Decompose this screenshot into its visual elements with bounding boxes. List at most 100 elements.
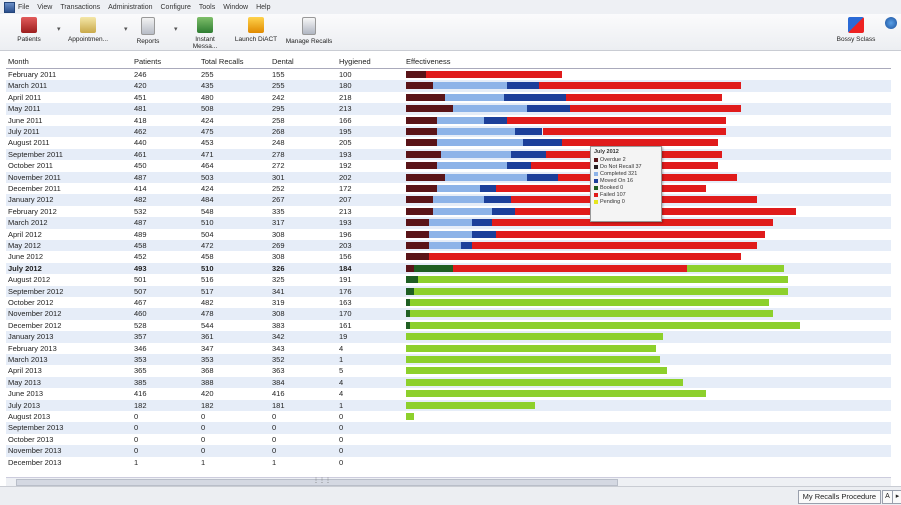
column-header-total-recalls[interactable]: Total Recalls: [201, 56, 244, 67]
table-row[interactable]: April 2013 365 368 363 5: [6, 365, 891, 376]
cell-hygiene: 180: [339, 81, 352, 91]
cell-total-recalls: 0: [201, 434, 206, 444]
appointments-button[interactable]: ▾ Appointmen...: [57, 17, 110, 43]
table-row[interactable]: June 2011 418 424 258 166: [6, 115, 891, 126]
table-row[interactable]: February 2012 532 548 335 213: [6, 206, 891, 217]
bar-segment-green: [409, 310, 773, 318]
bar-segment-red: [507, 116, 726, 124]
bar-segment-green: [409, 299, 769, 306]
cell-dental: 255: [272, 81, 285, 91]
bar-segment-maroon: [406, 196, 434, 204]
app-icon: [4, 1, 15, 13]
table-row[interactable]: December 2011 414 424 252 172: [6, 183, 891, 194]
table-row[interactable]: November 2013 0 0 0 0: [6, 445, 891, 457]
table-row[interactable]: February 2013 346 347 343 4: [6, 343, 891, 354]
bar-segment-red: [452, 264, 687, 272]
table-row[interactable]: November 2012 460 478 308 170: [6, 308, 891, 320]
menu-view[interactable]: View: [37, 4, 52, 11]
status-more-icon[interactable]: ▸: [892, 490, 901, 504]
bar-segment-maroon: [406, 253, 430, 261]
table-row[interactable]: February 2011 246 255 155 100: [6, 69, 891, 80]
table-row[interactable]: August 2011 440 453 248 205: [6, 137, 891, 148]
table-row[interactable]: September 2012 507 517 341 176: [6, 285, 891, 297]
table-row[interactable]: April 2012 489 504 308 196: [6, 229, 891, 240]
table-row[interactable]: January 2013 357 361 342 19: [6, 331, 891, 343]
table-row[interactable]: March 2011 420 435 255 180: [6, 80, 891, 92]
manage-recalls-button[interactable]: Manage Recalls: [284, 17, 334, 45]
menu-help[interactable]: Help: [256, 4, 270, 11]
menu-administration[interactable]: Administration: [108, 4, 152, 11]
table-row[interactable]: November 2011 487 503 301 202: [6, 171, 891, 183]
appointments-label: Appointmen...: [67, 36, 109, 43]
table-row[interactable]: May 2012 458 472 269 203: [6, 240, 891, 252]
column-header-patients[interactable]: Patients: [134, 56, 161, 67]
table-row[interactable]: January 2012 482 484 267 207: [6, 194, 891, 206]
bar-segment-lightblue: [445, 93, 504, 101]
cell-hygiene: 213: [339, 206, 352, 216]
table-row[interactable]: December 2013 1 1 1 0: [6, 457, 891, 468]
table-row[interactable]: October 2012 467 482 319 163: [6, 297, 891, 308]
table-row[interactable]: August 2012 501 516 325 191: [6, 274, 891, 285]
table-row[interactable]: May 2013 385 388 384 4: [6, 376, 891, 389]
table-row[interactable]: April 2011 451 480 242 218: [6, 92, 891, 103]
cell-total-recalls: 472: [201, 241, 214, 250]
table-row[interactable]: September 2011 461 471 278 193: [6, 148, 891, 161]
tooltip-item-label: Moved On 16: [600, 177, 634, 184]
cell-total-recalls: 453: [201, 138, 214, 148]
table-row[interactable]: May 2011 481 508 295 213: [6, 103, 891, 115]
bar-segment-navy: [472, 230, 496, 238]
bar-segment-darkgreen: [406, 276, 418, 284]
cell-patients: 346: [134, 343, 147, 353]
cell-total-recalls: 510: [201, 263, 214, 273]
cell-hygiene: 4: [339, 377, 344, 387]
column-header-dental[interactable]: Dental: [272, 56, 294, 67]
cell-patients: 385: [134, 377, 147, 387]
recalls-procedure-button[interactable]: My Recalls Procedure: [797, 490, 881, 504]
table-row[interactable]: July 2013 182 182 181 1: [6, 399, 891, 411]
bar-segment-green: [406, 413, 414, 420]
table-row[interactable]: March 2012 487 510 317 193: [6, 217, 891, 229]
table-row[interactable]: June 2012 452 458 308 156: [6, 251, 891, 262]
cell-patients: 0: [134, 423, 139, 433]
cell-hygiene: 4: [339, 389, 344, 399]
globe-button[interactable]: [884, 17, 898, 32]
menu-configure[interactable]: Configure: [161, 4, 191, 11]
cell-total-recalls: 368: [201, 366, 214, 376]
right-toolbar-button[interactable]: Bossy Sclass: [836, 17, 876, 43]
cell-month: August 2011: [8, 138, 50, 148]
bar-segment-maroon: [406, 173, 445, 181]
reports-button[interactable]: ▾ Reports: [124, 17, 163, 45]
patients-button[interactable]: Patients: [14, 17, 44, 43]
table-row[interactable]: October 2013 0 0 0 0: [6, 434, 891, 445]
menu-file[interactable]: File: [18, 4, 29, 11]
column-header-hygiene[interactable]: Hygiened: [339, 56, 371, 67]
menu-tools[interactable]: Tools: [199, 4, 215, 11]
column-header-month[interactable]: Month: [8, 56, 29, 67]
reports-label: Reports: [136, 38, 160, 45]
cell-hygiene: 100: [339, 70, 352, 79]
menu-transactions[interactable]: Transactions: [60, 4, 100, 11]
horizontal-scrollbar[interactable]: ⋮⋮⋮: [6, 477, 891, 486]
table-row[interactable]: July 2011 462 475 268 195: [6, 126, 891, 138]
tooltip-item-label: Completed 321: [600, 170, 638, 177]
cell-hygiene: 184: [339, 263, 352, 273]
table-row[interactable]: December 2012 528 544 383 161: [6, 320, 891, 331]
cell-month: February 2011: [8, 70, 57, 79]
column-header-effectiveness[interactable]: Effectiveness: [406, 56, 450, 67]
menu-window[interactable]: Window: [223, 4, 248, 11]
manage-recalls-icon: [302, 17, 316, 35]
table-row[interactable]: July 2012 493 510 326 184: [6, 262, 891, 275]
bar-segment-red: [569, 105, 742, 113]
table-row[interactable]: October 2011 450 464 272 192: [6, 160, 891, 171]
cell-patients: 462: [134, 127, 147, 136]
table-row[interactable]: August 2013 0 0 0 0: [6, 411, 891, 422]
table-row[interactable]: June 2013 416 420 416 4: [6, 388, 891, 399]
launch-button[interactable]: Launch DiACT: [234, 17, 278, 43]
table-row[interactable]: September 2013 0 0 0 0: [6, 422, 891, 434]
instant-messaging-button[interactable]: ▾ Instant Messa...: [174, 17, 227, 50]
scrollbar-thumb[interactable]: ⋮⋮⋮: [16, 478, 618, 486]
cell-month: July 2012: [8, 263, 42, 273]
bar-segment-darkgreen: [406, 287, 414, 295]
bar-segment-maroon: [406, 128, 438, 135]
table-row[interactable]: March 2013 353 353 352 1: [6, 354, 891, 366]
